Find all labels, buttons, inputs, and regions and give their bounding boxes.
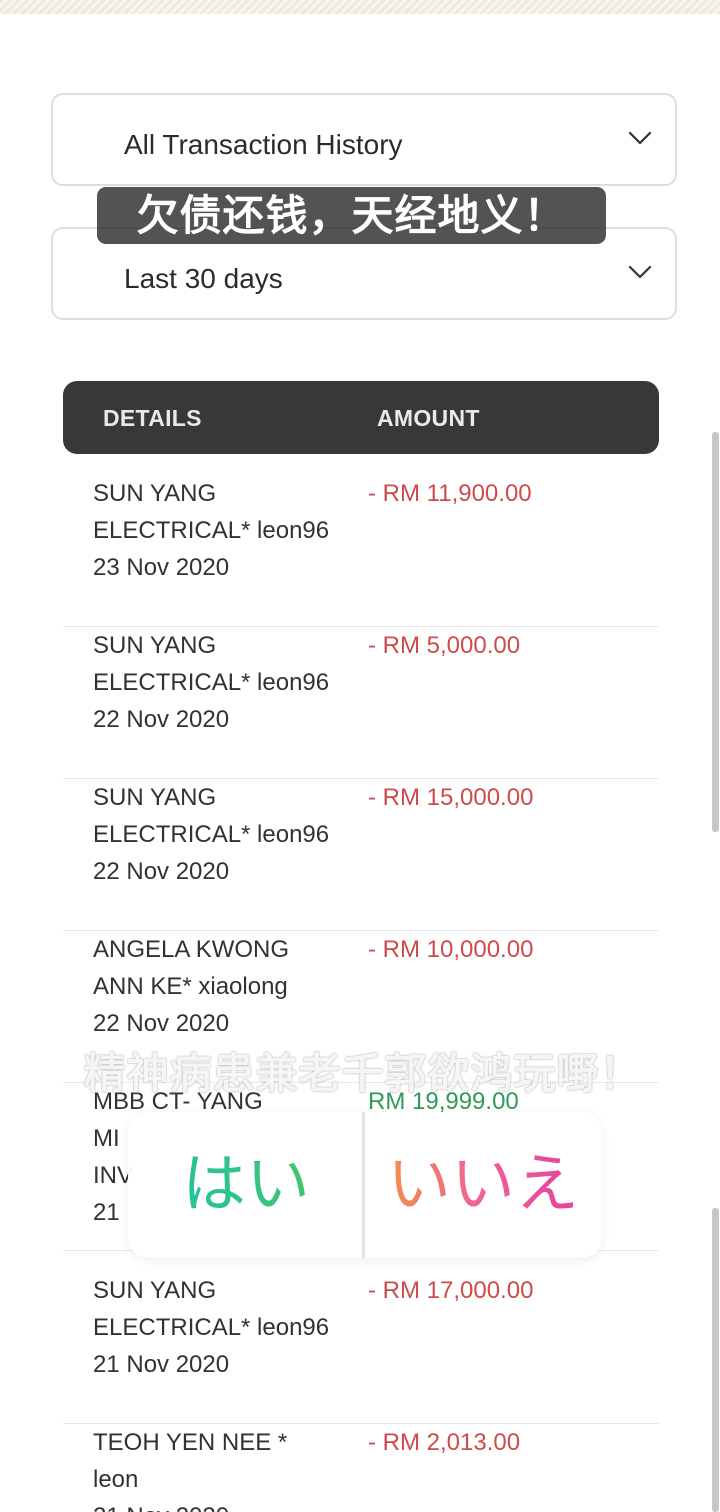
transaction-amount: - RM 2,013.00: [368, 1429, 521, 1456]
transaction-type-dropdown[interactable]: All Transaction History: [51, 93, 677, 186]
table-row[interactable]: SUN YANG ELECTRICAL* leon96 21 Nov 2020 …: [63, 1272, 659, 1424]
table-row[interactable]: TEOH YEN NEE * leon 21 Nov 2020 - RM 2,0…: [63, 1424, 659, 1512]
scrollbar[interactable]: [712, 432, 719, 832]
period-value: Last 30 days: [124, 263, 283, 294]
chevron-down-icon: [628, 265, 652, 279]
top-decorative-band: [0, 0, 720, 14]
transaction-details: SUN YANG ELECTRICAL* leon96 23 Nov 2020: [93, 475, 353, 586]
table-row[interactable]: SUN YANG ELECTRICAL* leon96 22 Nov 2020 …: [63, 779, 659, 931]
details-column-header: DETAILS: [103, 405, 202, 431]
transaction-amount: - RM 11,900.00: [368, 480, 532, 507]
transaction-amount: - RM 15,000.00: [368, 784, 534, 811]
transaction-details: SUN YANG ELECTRICAL* leon96 22 Nov 2020: [93, 627, 353, 738]
scrollbar[interactable]: [712, 1208, 719, 1512]
merchant-name: TEOH YEN NEE *: [93, 1429, 288, 1456]
merchant-name: SUN YANG: [93, 1277, 217, 1304]
table-header: DETAILS AMOUNT: [63, 381, 659, 454]
merchant-name: SUN YANG: [93, 632, 217, 659]
transaction-details: SUN YANG ELECTRICAL* leon96 21 Nov 2020: [93, 1272, 353, 1383]
transaction-amount: - RM 17,000.00: [368, 1277, 534, 1304]
transaction-details: TEOH YEN NEE * leon 21 Nov 2020: [93, 1424, 353, 1512]
merchant-reference: ELECTRICAL* leon96: [93, 517, 330, 544]
transaction-date: 21 Nov 2020: [93, 1498, 353, 1512]
merchant-name: SUN YANG: [93, 480, 217, 507]
merchant-reference: ELECTRICAL* leon96: [93, 821, 330, 848]
table-row[interactable]: SUN YANG ELECTRICAL* leon96 23 Nov 2020 …: [63, 475, 659, 627]
merchant-reference: ELECTRICAL* leon96: [93, 669, 330, 696]
merchant-reference: leon: [93, 1466, 139, 1493]
caption-banner: 欠债还钱，天经地义！: [97, 187, 606, 244]
transaction-date: 23 Nov 2020: [93, 554, 230, 581]
overlay-caption: 精神病患兼老千郭欲鸿玩嘢！: [83, 1049, 643, 1098]
transaction-amount: - RM 5,000.00: [368, 632, 521, 659]
poll-sticker: はい いいえ: [128, 1112, 602, 1258]
merchant-reference: ANN KE* xiaolong: [93, 973, 288, 1000]
chevron-down-icon: [628, 131, 652, 145]
amount-column-header: AMOUNT: [377, 405, 480, 431]
poll-yes-button[interactable]: はい: [128, 1112, 364, 1258]
merchant-reference: ELECTRICAL* leon96: [93, 1314, 330, 1341]
merchant-name: ANGELA KWONG: [93, 936, 290, 963]
transaction-details: ANGELA KWONG ANN KE* xiaolong 22 Nov 202…: [93, 931, 353, 1042]
table-row[interactable]: SUN YANG ELECTRICAL* leon96 22 Nov 2020 …: [63, 627, 659, 779]
transaction-amount: - RM 10,000.00: [368, 936, 534, 963]
transaction-date: 22 Nov 2020: [93, 706, 230, 733]
transaction-details: SUN YANG ELECTRICAL* leon96 22 Nov 2020: [93, 779, 353, 890]
transaction-date: 22 Nov 2020: [93, 858, 230, 885]
poll-no-button[interactable]: いいえ: [365, 1112, 601, 1258]
merchant-name: SUN YANG: [93, 784, 217, 811]
transaction-date: 22 Nov 2020: [93, 1010, 230, 1037]
transaction-date: 21 Nov 2020: [93, 1351, 230, 1378]
transaction-type-value: All Transaction History: [124, 129, 403, 160]
